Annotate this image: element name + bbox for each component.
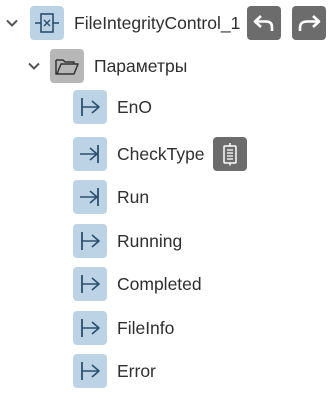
chevron-down-icon[interactable]: [2, 13, 22, 33]
input-pin-icon: [73, 180, 107, 214]
output-pin-icon: [73, 354, 107, 388]
output-pin-icon: [73, 90, 107, 124]
output-pin-icon: [73, 311, 107, 345]
tree-node-root-label: FileIntegrityControl_1: [74, 13, 241, 33]
tree-node-param-label: FileInfo: [117, 318, 175, 338]
redo-button[interactable]: [292, 6, 326, 40]
tree-node-params-label: Параметры: [94, 56, 188, 76]
tree-node-root[interactable]: FileIntegrityControl_1: [0, 6, 240, 40]
folder-icon: [50, 49, 84, 83]
tree-node-param-completed[interactable]: Completed: [73, 267, 202, 301]
tree-node-param-label: CheckType: [117, 144, 205, 164]
tree-node-param-run[interactable]: Run: [73, 180, 149, 214]
tree-node-param-label: EnO: [117, 97, 153, 117]
input-pin-icon: [73, 137, 107, 171]
chevron-down-icon[interactable]: [24, 56, 44, 76]
function-block-icon: [30, 6, 64, 40]
tree-node-param-label: Running: [117, 231, 183, 251]
undo-button[interactable]: [247, 6, 281, 40]
list-icon[interactable]: [212, 137, 247, 171]
tree-node-param-label: Completed: [117, 274, 202, 294]
tree-node-param-error[interactable]: Error: [73, 354, 156, 388]
tree-node-params-folder[interactable]: Параметры: [0, 49, 187, 83]
tree-node-param-checktype[interactable]: CheckType: [73, 137, 247, 171]
tree-node-param-fileinfo[interactable]: FileInfo: [73, 311, 174, 345]
tree-node-param-label: Run: [117, 187, 150, 207]
undo-icon: [253, 15, 274, 31]
output-pin-icon: [73, 224, 107, 258]
tree-node-param-eno[interactable]: EnO: [73, 90, 152, 124]
redo-icon: [298, 15, 321, 31]
tree-node-param-running[interactable]: Running: [73, 224, 182, 258]
tree-view: FileIntegrityControl_1 Параметры EnO Che…: [0, 0, 333, 394]
tree-node-param-label: Error: [117, 361, 156, 381]
output-pin-icon: [73, 267, 107, 301]
